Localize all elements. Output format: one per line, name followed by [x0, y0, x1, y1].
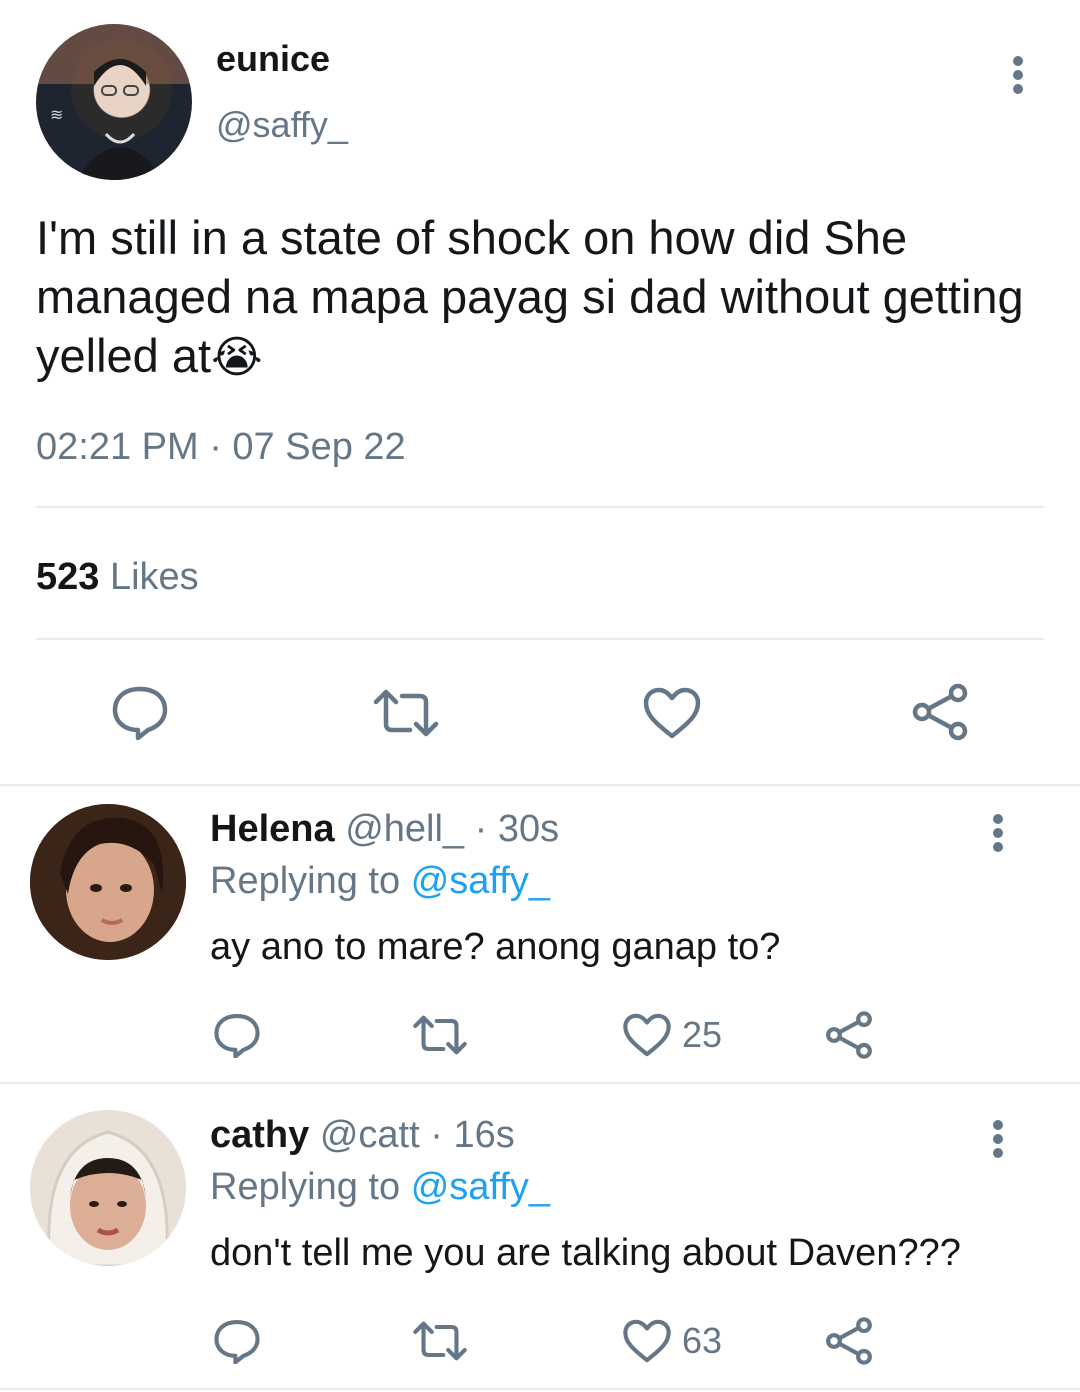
svg-text:≋: ≋	[50, 105, 63, 124]
reply-icon	[112, 686, 168, 740]
reply-time: · 16s	[430, 1114, 515, 1156]
like-icon	[623, 1319, 671, 1363]
divider	[0, 784, 1080, 786]
more-icon[interactable]	[992, 814, 1004, 852]
reply-text: don't tell me you are talking about Dave…	[210, 1232, 961, 1274]
like-button[interactable]	[642, 686, 702, 740]
tweet-text-body: I'm still in a state of shock on how did…	[36, 211, 1024, 382]
like-button[interactable]: 25	[622, 1012, 722, 1058]
display-name[interactable]: Helena	[210, 808, 335, 850]
reply-button[interactable]	[212, 1012, 262, 1058]
divider	[0, 1388, 1080, 1390]
retweet-icon	[413, 1015, 467, 1055]
like-icon	[623, 1013, 671, 1057]
display-name[interactable]: cathy	[210, 1114, 309, 1156]
display-name[interactable]: eunice	[216, 38, 330, 80]
retweet-icon	[413, 1321, 467, 1361]
reply-header: Helena @hell_ · 30s	[210, 808, 559, 851]
replying-prefix: Replying to	[210, 860, 401, 902]
likes-stat[interactable]: 523 Likes	[36, 556, 199, 599]
divider	[0, 1082, 1080, 1084]
likes-label: Likes	[109, 556, 199, 598]
reply-header: cathy @catt · 16s	[210, 1114, 515, 1157]
avatar[interactable]	[30, 804, 186, 960]
retweet-button[interactable]	[372, 688, 440, 738]
timestamp[interactable]: 02:21 PM · 07 Sep 22	[36, 426, 406, 469]
replying-to: Replying to @saffy_	[210, 860, 550, 903]
more-icon[interactable]	[992, 1120, 1004, 1158]
reply-time: · 30s	[474, 808, 560, 850]
like-button[interactable]: 63	[622, 1318, 722, 1364]
crying-emoji: 😭	[211, 332, 263, 383]
share-button[interactable]	[910, 682, 970, 742]
reply-button[interactable]	[110, 684, 170, 740]
replying-prefix: Replying to	[210, 1166, 401, 1208]
divider	[36, 506, 1044, 508]
share-button[interactable]	[824, 1316, 874, 1366]
more-icon[interactable]	[1012, 56, 1024, 94]
handle[interactable]: @catt	[320, 1114, 420, 1156]
like-icon	[643, 687, 701, 739]
replying-to: Replying to @saffy_	[210, 1166, 550, 1209]
tweet-text: I'm still in a state of shock on how did…	[36, 208, 1036, 387]
avatar[interactable]: ≋	[36, 24, 192, 180]
reply-icon	[214, 1320, 260, 1364]
retweet-icon	[373, 689, 439, 737]
share-button[interactable]	[824, 1010, 874, 1060]
replying-to-link[interactable]: @saffy_	[411, 860, 550, 902]
replying-to-link[interactable]: @saffy_	[411, 1166, 550, 1208]
handle[interactable]: @hell_	[345, 808, 464, 850]
like-count: 25	[682, 1014, 723, 1055]
share-icon	[912, 683, 968, 741]
share-icon	[826, 1317, 872, 1365]
reply-button[interactable]	[212, 1318, 262, 1364]
share-icon	[826, 1011, 872, 1059]
divider	[36, 638, 1044, 640]
avatar[interactable]	[30, 1110, 186, 1266]
like-count: 63	[682, 1320, 723, 1361]
handle[interactable]: @saffy_	[216, 104, 348, 146]
reply-text: ay ano to mare? anong ganap to?	[210, 926, 781, 968]
retweet-button[interactable]	[412, 1014, 468, 1056]
reply-icon	[214, 1014, 260, 1058]
likes-count: 523	[36, 556, 100, 598]
retweet-button[interactable]	[412, 1320, 468, 1362]
